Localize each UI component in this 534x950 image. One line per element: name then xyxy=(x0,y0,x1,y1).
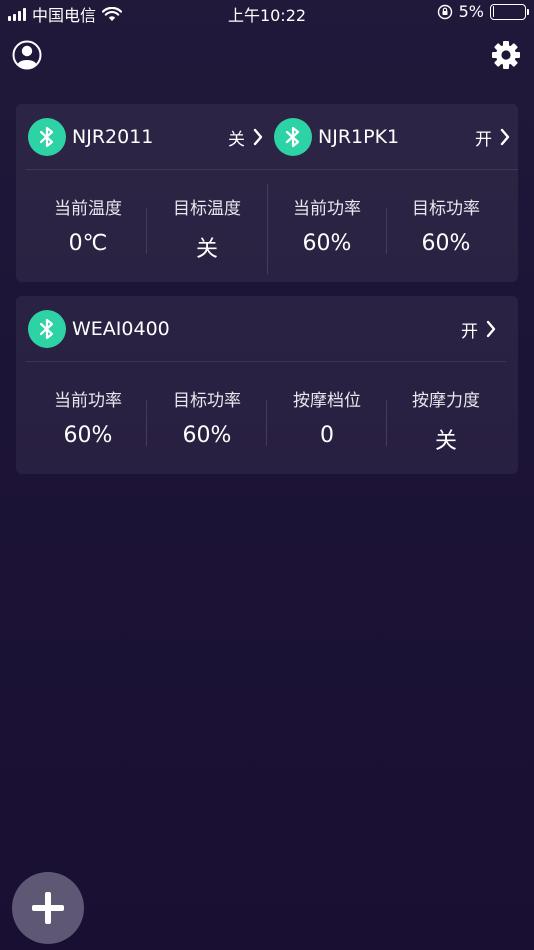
stat-label: 按摩档位 xyxy=(293,391,361,411)
card-header: WEAI0400 开 xyxy=(16,296,518,362)
stat-value: 关 xyxy=(195,237,218,262)
stat-item: 当前功率 60% xyxy=(28,372,148,448)
card-stats: 当前温度 0℃ 目标温度 关 当前功率 60% 目标功率 60% xyxy=(16,180,518,274)
card-header: NJR2011 关 NJR1PK1 开 xyxy=(16,104,518,170)
chevron-right-icon xyxy=(253,128,263,146)
stat-item: 按摩档位 0 xyxy=(267,372,387,448)
device-card-1: NJR2011 关 NJR1PK1 开 当前温度 0℃ 目标温度 关 当前功率 … xyxy=(16,104,518,282)
stat-value: 关 xyxy=(434,429,457,454)
stat-label: 当前功率 xyxy=(54,391,122,411)
header-divider xyxy=(26,169,518,170)
user-icon xyxy=(12,40,42,70)
stat-item: 按摩力度 关 xyxy=(386,372,506,455)
stat-label: 当前温度 xyxy=(54,199,122,219)
bluetooth-icon xyxy=(274,118,312,156)
device-njr1pk1[interactable]: NJR1PK1 xyxy=(274,118,399,156)
rotation-lock-icon xyxy=(437,4,452,19)
stat-value: 60% xyxy=(421,231,471,256)
battery-fill xyxy=(492,6,495,17)
battery-percent: 5% xyxy=(458,2,484,21)
device-state-weai0400[interactable]: 开 xyxy=(461,310,496,348)
stat-value: 0℃ xyxy=(68,231,108,256)
bluetooth-icon xyxy=(28,118,66,156)
stat-value: 60% xyxy=(182,423,232,448)
device-name: WEAI0400 xyxy=(72,318,170,340)
stat-value: 0 xyxy=(320,423,334,448)
stat-label: 目标温度 xyxy=(173,199,241,219)
chevron-right-icon xyxy=(486,320,496,338)
device-weai0400[interactable]: WEAI0400 xyxy=(28,310,170,348)
stat-label: 当前功率 xyxy=(293,199,361,219)
stat-label: 按摩力度 xyxy=(412,391,480,411)
status-bar: 中国电信 上午10:22 5% xyxy=(0,0,534,25)
device-state-label: 开 xyxy=(461,321,478,342)
stat-label: 目标功率 xyxy=(412,199,480,219)
stat-label: 目标功率 xyxy=(173,391,241,411)
device-state-label: 关 xyxy=(228,129,245,150)
device-state-njr2011[interactable]: 关 xyxy=(228,118,263,156)
settings-button[interactable] xyxy=(491,40,521,70)
battery-icon xyxy=(490,3,529,20)
stat-item: 目标温度 关 xyxy=(147,180,267,263)
gear-icon xyxy=(492,41,520,69)
stat-value: 60% xyxy=(63,423,113,448)
plus-icon xyxy=(32,892,64,924)
stat-item: 目标功率 60% xyxy=(386,180,506,256)
header-divider xyxy=(26,361,506,362)
add-device-button[interactable] xyxy=(12,872,84,944)
chevron-right-icon xyxy=(500,128,510,146)
status-right: 5% xyxy=(437,2,529,21)
bluetooth-icon xyxy=(28,310,66,348)
stat-item: 当前功率 60% xyxy=(267,180,387,256)
stat-item: 当前温度 0℃ xyxy=(28,180,148,256)
stat-item: 目标功率 60% xyxy=(147,372,267,448)
device-state-label: 开 xyxy=(475,129,492,150)
card-stats: 当前功率 60% 目标功率 60% 按摩档位 0 按摩力度 关 xyxy=(16,372,518,462)
profile-button[interactable] xyxy=(12,40,42,70)
device-name: NJR1PK1 xyxy=(318,126,400,148)
stat-value: 60% xyxy=(302,231,352,256)
device-card-2: WEAI0400 开 当前功率 60% 目标功率 60% 按摩档位 0 按摩力度… xyxy=(16,296,518,474)
device-njr2011[interactable]: NJR2011 xyxy=(28,118,153,156)
device-state-njr1pk1[interactable]: 开 xyxy=(475,118,510,156)
device-name: NJR2011 xyxy=(72,126,154,148)
